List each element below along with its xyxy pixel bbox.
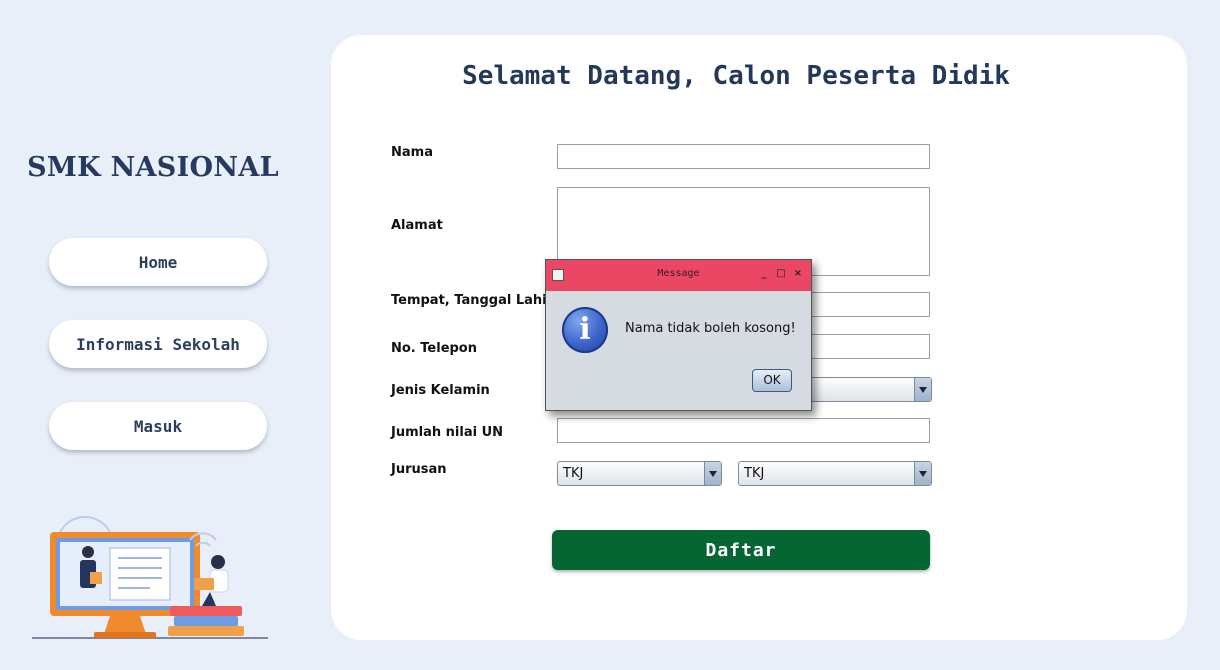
dialog-titlebar[interactable]: Message _ □ × — [546, 260, 811, 291]
page-title: Selamat Datang, Calon Peserta Didik — [462, 61, 1010, 91]
info-icon: i — [562, 307, 608, 353]
chevron-down-icon[interactable] — [704, 462, 721, 485]
brand-title: SMK NASIONAL — [27, 152, 279, 183]
message-dialog: Message _ □ × i Nama tidak boleh kosong!… — [545, 259, 812, 411]
dialog-title: Message — [657, 268, 700, 279]
dialog-message: Nama tidak boleh kosong! — [625, 321, 796, 336]
jurusan-1-value: TKJ — [563, 466, 584, 481]
nav-informasi-sekolah-button[interactable]: Informasi Sekolah — [49, 320, 267, 368]
telepon-label: No. Telepon — [391, 341, 477, 356]
nav-home-label: Home — [138, 252, 178, 272]
jurusan-select-2[interactable]: TKJ — [738, 461, 932, 486]
jurusan-2-value: TKJ — [744, 466, 765, 481]
daftar-button[interactable]: Daftar — [552, 530, 930, 570]
nav-informasi-sekolah-label: Informasi Sekolah — [76, 334, 240, 354]
nama-input[interactable] — [557, 144, 930, 169]
ok-button[interactable]: OK — [752, 369, 792, 392]
nav-home-button[interactable]: Home — [49, 238, 267, 286]
daftar-label: Daftar — [705, 539, 777, 561]
jurusan-label: Jurusan — [391, 462, 447, 477]
nav-masuk-button[interactable]: Masuk — [49, 402, 267, 450]
nilai-un-input[interactable] — [557, 418, 930, 443]
close-icon[interactable]: × — [792, 267, 804, 281]
nilai-un-label: Jumlah nilai UN — [391, 425, 504, 440]
chevron-down-icon[interactable] — [914, 378, 931, 401]
school-illustration-image — [32, 516, 268, 639]
jurusan-select-1[interactable]: TKJ — [557, 461, 722, 486]
alamat-label: Alamat — [391, 218, 443, 233]
minimize-icon[interactable]: _ — [758, 267, 770, 281]
ttl-label: Tempat, Tanggal Lahir — [391, 293, 554, 308]
maximize-icon[interactable]: □ — [775, 267, 787, 281]
nav-masuk-label: Masuk — [133, 416, 183, 436]
chevron-down-icon[interactable] — [914, 462, 931, 485]
jenis-kelamin-label: Jenis Kelamin — [391, 383, 490, 398]
nama-label: Nama — [391, 145, 433, 160]
